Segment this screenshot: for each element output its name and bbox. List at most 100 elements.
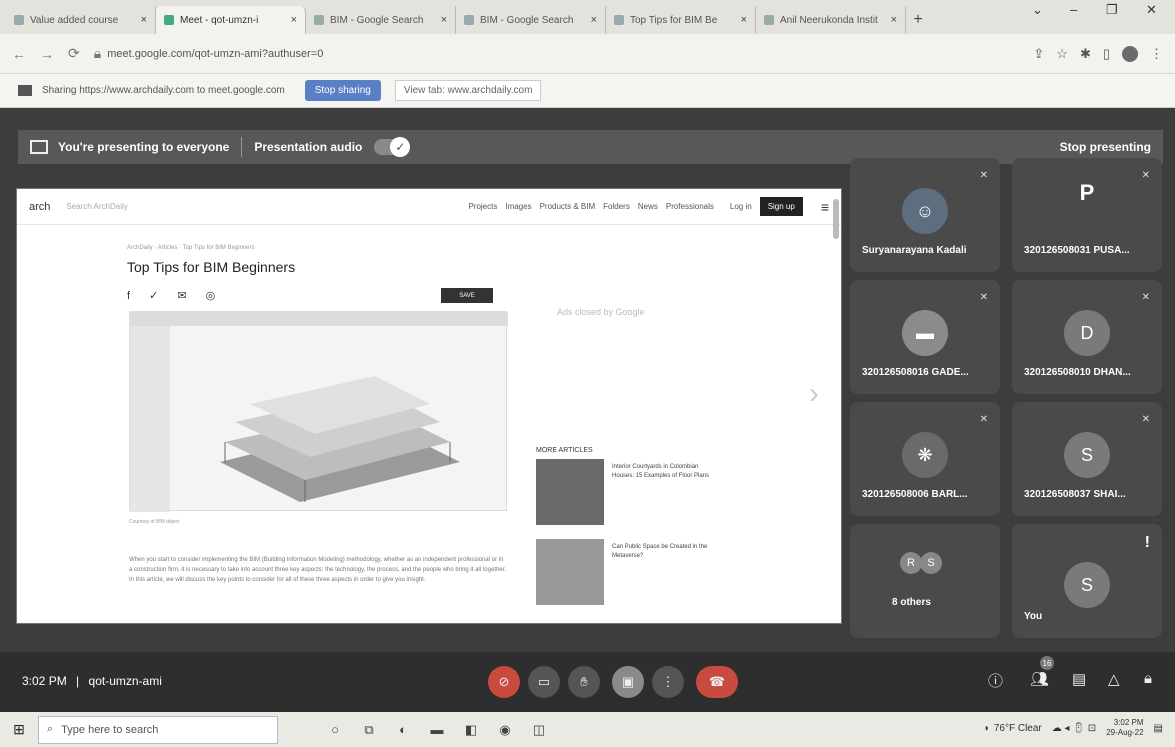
share-icon[interactable]: ⇪ [1033, 46, 1044, 62]
notifications-icon[interactable]: ▤ [1154, 723, 1163, 734]
participant-tile[interactable]: ✕ S 320126508037 SHAI... [1012, 402, 1162, 516]
presentation-audio-label: Presentation audio [254, 140, 363, 154]
weather-icon: ◗ [983, 722, 990, 734]
task-view-icon[interactable]: ⧉ [352, 722, 386, 738]
meet-stage: You're presenting to everyone Presentati… [0, 108, 1175, 712]
close-icon[interactable]: × [141, 14, 147, 26]
reload-icon[interactable]: ⟳ [68, 45, 80, 62]
view-tab-button[interactable]: View tab: www.archdaily.com [394, 80, 542, 101]
captions-button[interactable]: ▭ [528, 666, 560, 698]
participant-name: You [1024, 611, 1043, 622]
meet-control-bar: 3:02 PM | qot-umzn-ami ⊘ ▭ ✋︎ ▣ ⋮ ☎ ⓘ 👥︎… [0, 652, 1175, 712]
minimize-button[interactable]: – [1070, 2, 1077, 17]
stop-presenting-button[interactable]: Stop presenting [1060, 140, 1151, 154]
tab-value-added-course[interactable]: Value added course × [6, 6, 156, 34]
tray-icons[interactable]: ☁ ◂ 🔋︎ ⊡ [1052, 723, 1096, 734]
image-caption: Courtesy of BIM object [129, 519, 180, 525]
edge-icon[interactable]: ◐ [386, 722, 420, 737]
participant-tile-others[interactable]: R S 8 others [850, 524, 1000, 638]
article-thumbnail [536, 539, 604, 605]
store-icon[interactable]: ◧ [454, 722, 488, 738]
host-controls-icon[interactable]: 🔒︎ [1144, 670, 1152, 687]
mic-off-icon: ✕ [979, 292, 988, 303]
stop-sharing-button[interactable]: Stop sharing [304, 80, 381, 101]
people-icon[interactable]: 👥︎ [1030, 670, 1049, 688]
participant-name: 320126508006 BARL... [862, 489, 968, 500]
participant-tile[interactable]: ✕ ▬ 320126508016 GADE... [850, 280, 1000, 394]
tab-anil-neerukonda[interactable]: Anil Neerukonda Instit × [756, 6, 906, 34]
participant-initial: S [1064, 432, 1110, 478]
chrome-icon[interactable]: ◉ [488, 722, 522, 738]
tab-bim-search-1[interactable]: BIM - Google Search × [306, 6, 456, 34]
participant-name: 320126508010 DHAN... [1024, 367, 1131, 378]
close-window-button[interactable]: ✕ [1146, 2, 1157, 18]
star-icon[interactable]: ☆ [1056, 46, 1068, 62]
lock-icon[interactable]: 🔒︎ [94, 45, 101, 62]
presentation-audio-toggle[interactable]: ✓ [374, 137, 411, 157]
cortana-icon[interactable]: ○ [318, 722, 352, 737]
leave-call-button[interactable]: ☎ [696, 666, 738, 698]
close-icon[interactable]: × [441, 14, 447, 26]
mic-off-icon: ✕ [1141, 170, 1150, 181]
new-tab-button[interactable]: + [906, 6, 930, 34]
camera-off-button[interactable]: ⊘ [488, 666, 520, 698]
present-button[interactable]: ▣ [612, 666, 644, 698]
archdaily-search: Search ArchDaily [66, 202, 128, 211]
tab-meet[interactable]: Meet - qot-umzn-i × [156, 6, 306, 34]
address-bar: ← → ⟳ 🔒︎ meet.google.com/qot-umzn-ami?au… [0, 34, 1175, 74]
tab-search-chevron-icon[interactable]: ⌄ [1032, 2, 1043, 18]
taskbar-search-input[interactable]: ⌕ Type here to search [38, 715, 278, 744]
participant-name: 320126508016 GADE... [862, 367, 969, 378]
tab-top-tips-bim[interactable]: Top Tips for BIM Be × [606, 6, 756, 34]
participant-photo: ☺ [902, 188, 948, 234]
nav-folders: Folders [603, 202, 630, 211]
weather-text[interactable]: 76°F Clear [994, 723, 1042, 734]
participant-initial: P [1079, 180, 1095, 205]
profile-avatar[interactable] [1122, 45, 1138, 62]
raise-hand-button[interactable]: ✋︎ [568, 666, 600, 698]
app-icon[interactable]: ◫ [522, 722, 556, 738]
close-icon[interactable]: × [891, 14, 897, 26]
article-hero-image [129, 311, 508, 512]
back-arrow-icon[interactable]: ← [12, 46, 26, 62]
present-screen-icon [30, 140, 48, 154]
divider [241, 137, 243, 157]
participant-tile-self[interactable]: ! S You [1012, 524, 1162, 638]
participant-tile[interactable]: ✕ D 320126508010 DHAN... [1012, 280, 1162, 394]
participant-initial: R [900, 552, 922, 574]
participant-initial: S [1064, 562, 1110, 608]
forward-arrow-icon[interactable]: → [40, 46, 54, 62]
mic-off-icon: ✕ [979, 414, 988, 425]
participant-tile[interactable]: ✕ P 320126508031 PUSA... [1012, 158, 1162, 272]
info-icon[interactable]: ⓘ [988, 670, 1003, 691]
more-options-button[interactable]: ⋮ [652, 666, 684, 698]
activities-icon[interactable]: △ [1108, 670, 1120, 688]
check-icon: ✓ [390, 137, 411, 157]
nav-professionals: Professionals [665, 202, 714, 211]
file-explorer-icon[interactable]: ▬ [420, 722, 454, 737]
close-icon[interactable]: × [591, 14, 597, 26]
menu-dots-icon[interactable]: ⋮ [1150, 46, 1163, 62]
participant-count-badge: 16 [1040, 656, 1054, 670]
sidepanel-icon[interactable]: ▯ [1103, 46, 1110, 62]
more-article-title: Can Public Space be Created in the Metav… [612, 544, 708, 559]
extensions-icon[interactable]: ✱ [1080, 46, 1091, 62]
system-tray: ◗ 76°F Clear ☁ ◂ 🔋︎ ⊡ 3:02 PM 29-Aug-22 … [984, 718, 1163, 738]
google-icon [464, 15, 474, 25]
chat-icon[interactable]: ▤ [1072, 670, 1086, 688]
nav-news: News [637, 202, 658, 211]
tab-bim-search-2[interactable]: BIM - Google Search × [456, 6, 606, 34]
ad-placeholder: Ads closed by Google [557, 307, 645, 317]
close-icon[interactable]: × [291, 14, 297, 26]
hamburger-icon: ≡ [820, 198, 829, 215]
windows-start-icon[interactable]: ⊞ [0, 721, 38, 738]
gmail-icon [764, 15, 774, 25]
url-field[interactable]: meet.google.com/qot-umzn-ami?authuser=0 [103, 48, 1021, 60]
participant-tile[interactable]: ✕ ☺ Suryanarayana Kadali [850, 158, 1000, 272]
participant-tile[interactable]: ✕ ❋ 320126508006 BARL... [850, 402, 1000, 516]
system-clock[interactable]: 3:02 PM 29-Aug-22 [1106, 718, 1143, 738]
maximize-button[interactable]: ❐ [1106, 2, 1118, 18]
archdaily-logo: arch [29, 200, 51, 213]
close-icon[interactable]: × [741, 14, 747, 26]
meeting-info: 3:02 PM | qot-umzn-ami [22, 674, 162, 688]
